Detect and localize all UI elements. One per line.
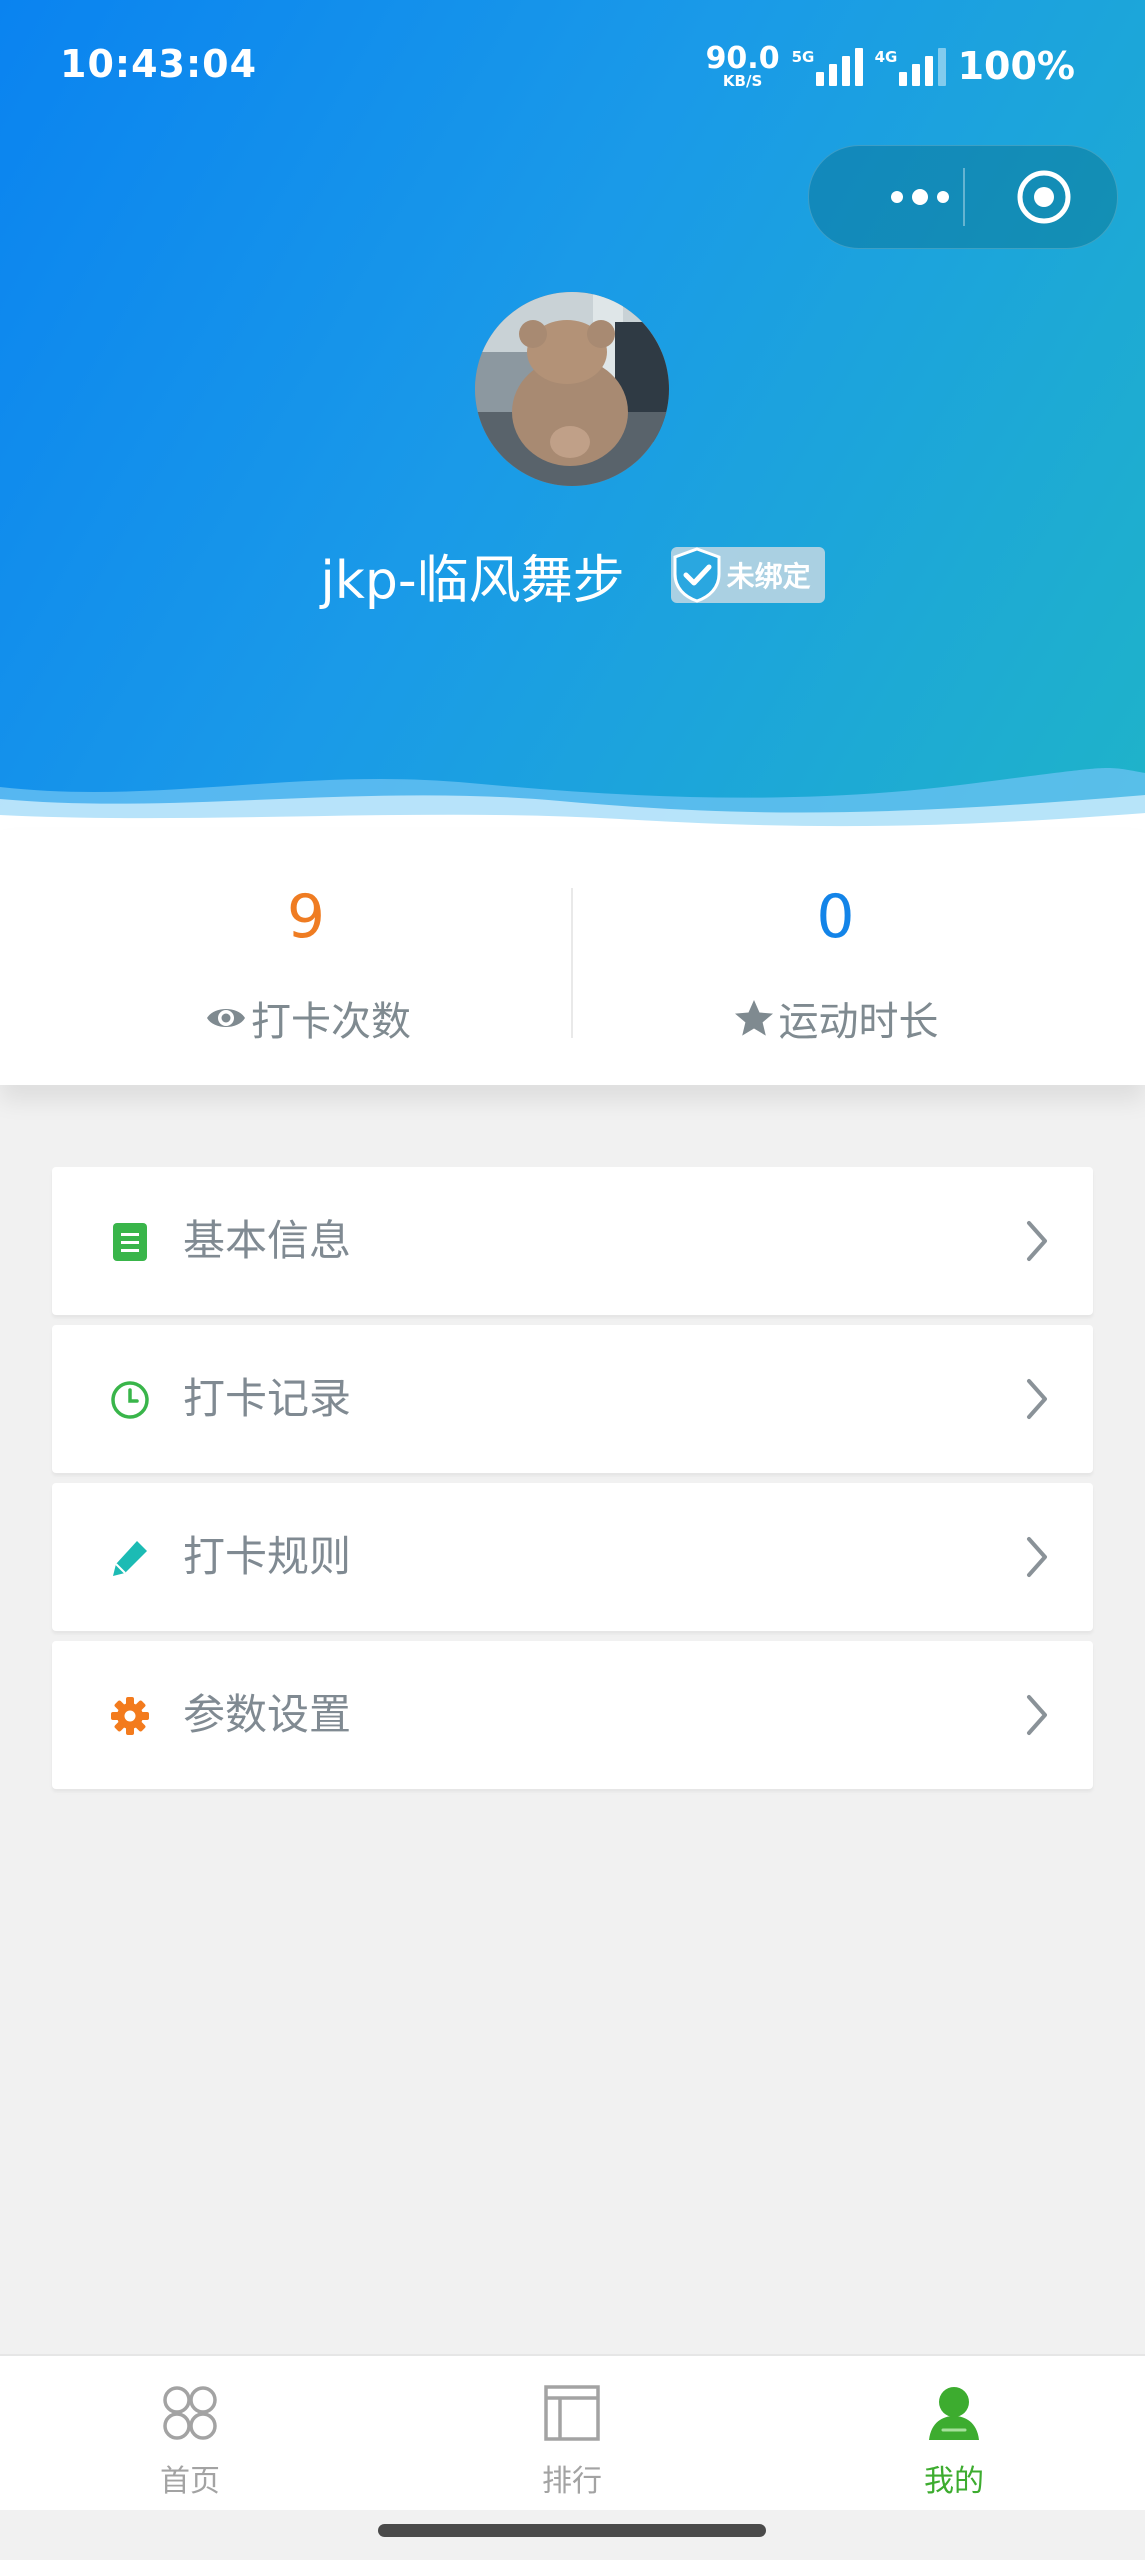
layout-icon: [544, 2385, 600, 2441]
menu-item-checkin-records[interactable]: 打卡记录: [52, 1325, 1093, 1473]
user-info-row: jkp-临风舞步 未绑定: [0, 540, 1145, 611]
exercise-duration-label-row: 运动时长: [573, 990, 1098, 1046]
tab-home[interactable]: 首页: [70, 2356, 310, 2510]
tab-label: 排行: [542, 2464, 602, 2499]
bottom-tab-bar: 首页 排行 我的: [0, 2354, 1145, 2510]
checkin-count-label-row: 打卡次数: [0, 990, 616, 1046]
checkin-count-value: 9: [286, 882, 326, 952]
chevron-right-icon: [1027, 1221, 1047, 1261]
chevron-right-icon: [1027, 1537, 1047, 1577]
capsule-divider: [963, 168, 965, 226]
menu-list: 基本信息 打卡记录 打卡规则 参数设置: [52, 1167, 1093, 1799]
signal-5g-icon: 5G: [792, 46, 863, 86]
home-indicator[interactable]: [378, 2524, 766, 2537]
stats-divider: [571, 888, 573, 1038]
header-wave: [0, 768, 1145, 830]
star-icon: [734, 1000, 773, 1036]
tab-ranking[interactable]: 排行: [452, 2356, 692, 2510]
status-bar-right: 90.0 KB/S 5G 4G 100%: [706, 40, 1075, 92]
pencil-icon: [113, 1541, 147, 1576]
battery-level: 100%: [957, 44, 1075, 88]
grid-circles-icon: [163, 2386, 217, 2440]
exercise-duration-stat[interactable]: 0 运动时长: [573, 830, 1145, 1085]
profile-header: 10:43:04 90.0 KB/S 5G 4G 100% jkp-临风舞步 未…: [0, 0, 1145, 830]
menu-item-parameter-settings[interactable]: 参数设置: [52, 1641, 1093, 1789]
bear-avatar-icon: [475, 292, 669, 486]
exercise-duration-value: 0: [816, 882, 855, 952]
username: jkp-临风舞步: [320, 550, 625, 611]
menu-item-label: 基本信息: [183, 1216, 352, 1265]
checkin-count-stat[interactable]: 9 打卡次数: [0, 830, 572, 1085]
document-icon: [113, 1223, 147, 1261]
chevron-right-icon: [1027, 1695, 1047, 1735]
tab-mine[interactable]: 我的: [834, 2356, 1074, 2510]
gear-icon: [111, 1697, 149, 1735]
menu-item-basic-info[interactable]: 基本信息: [52, 1167, 1093, 1315]
more-dots-icon[interactable]: [855, 146, 985, 248]
eye-icon: [207, 1009, 245, 1027]
network-speed-value: 90.0: [705, 40, 780, 76]
bind-status-label: 未绑定: [726, 560, 811, 593]
menu-item-label: 打卡规则: [183, 1532, 352, 1581]
chevron-right-icon: [1027, 1379, 1047, 1419]
exercise-duration-label: 运动时长: [778, 999, 939, 1045]
shield-check-icon: [673, 547, 721, 603]
menu-item-label: 打卡记录: [183, 1374, 352, 1423]
network-speed: 90.0 KB/S: [705, 40, 780, 90]
tab-label: 我的: [924, 2464, 984, 2499]
tab-label: 首页: [160, 2464, 220, 2499]
clock-icon: [111, 1381, 149, 1419]
signal-4g-icon: 4G: [875, 46, 946, 86]
person-icon: [929, 2387, 979, 2440]
menu-item-checkin-rules[interactable]: 打卡规则: [52, 1483, 1093, 1631]
avatar[interactable]: [475, 292, 669, 486]
mini-program-capsule: [808, 145, 1118, 249]
target-icon[interactable]: [1016, 169, 1072, 225]
menu-item-label: 参数设置: [183, 1690, 352, 1739]
network-speed-unit: KB/S: [722, 71, 763, 90]
checkin-count-label: 打卡次数: [251, 999, 411, 1045]
bind-status-badge[interactable]: 未绑定: [670, 547, 825, 603]
status-time: 10:43:04: [60, 42, 258, 86]
